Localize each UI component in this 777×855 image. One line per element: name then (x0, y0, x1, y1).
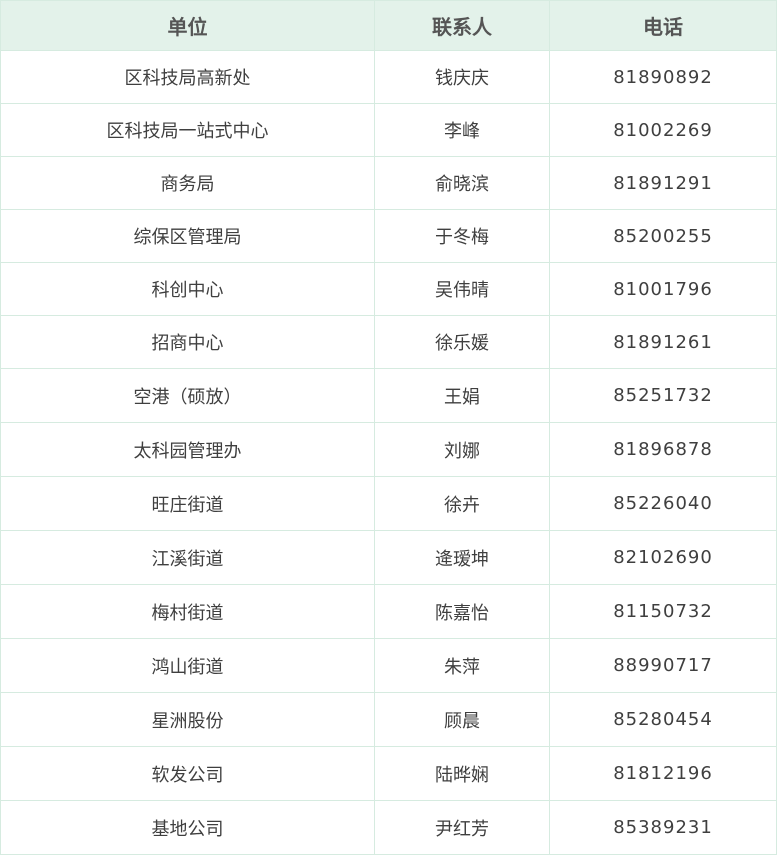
cell-contact: 钱庆庆 (374, 50, 550, 104)
table-row: 区科技局高新处 钱庆庆 81890892 (0, 50, 777, 104)
cell-contact: 俞晓滨 (374, 156, 550, 210)
cell-unit: 商务局 (0, 156, 375, 210)
table-row: 区科技局一站式中心 李峰 81002269 (0, 103, 777, 157)
table-row: 商务局 俞晓滨 81891291 (0, 156, 777, 210)
cell-phone: 81896878 (549, 422, 777, 477)
header-row: 单位 联系人 电话 (0, 0, 777, 51)
table-row: 综保区管理局 于冬梅 85200255 (0, 209, 777, 263)
cell-phone: 81812196 (549, 746, 777, 801)
cell-contact: 逄瑷坤 (374, 530, 550, 585)
cell-phone: 81002269 (549, 103, 777, 157)
cell-contact: 尹红芳 (374, 800, 550, 855)
cell-contact: 朱萍 (374, 638, 550, 693)
table-row: 空港（硕放） 王娟 85251732 (0, 368, 777, 423)
cell-phone: 81890892 (549, 50, 777, 104)
table-row: 太科园管理办 刘娜 81896878 (0, 422, 777, 477)
header-unit: 单位 (0, 0, 375, 51)
cell-unit: 空港（硕放） (0, 368, 375, 423)
table-row: 星洲股份 顾晨 85280454 (0, 692, 777, 747)
cell-phone: 82102690 (549, 530, 777, 585)
cell-contact: 刘娜 (374, 422, 550, 477)
cell-unit: 鸿山街道 (0, 638, 375, 693)
cell-contact: 王娟 (374, 368, 550, 423)
table-header: 单位 联系人 电话 (0, 0, 777, 51)
cell-unit: 区科技局高新处 (0, 50, 375, 104)
cell-unit: 软发公司 (0, 746, 375, 801)
header-phone: 电话 (549, 0, 777, 51)
cell-phone: 85389231 (549, 800, 777, 855)
table-row: 软发公司 陆晔娴 81812196 (0, 746, 777, 801)
cell-phone: 85226040 (549, 476, 777, 531)
cell-unit: 梅村街道 (0, 584, 375, 639)
table-row: 基地公司 尹红芳 85389231 (0, 800, 777, 855)
table-row: 梅村街道 陈嘉怡 81150732 (0, 584, 777, 639)
cell-contact: 徐乐媛 (374, 315, 550, 369)
cell-phone: 81891261 (549, 315, 777, 369)
cell-contact: 陈嘉怡 (374, 584, 550, 639)
cell-contact: 吴伟晴 (374, 262, 550, 316)
cell-unit: 科创中心 (0, 262, 375, 316)
cell-unit: 旺庄街道 (0, 476, 375, 531)
cell-phone: 88990717 (549, 638, 777, 693)
cell-contact: 李峰 (374, 103, 550, 157)
table-row: 招商中心 徐乐媛 81891261 (0, 315, 777, 369)
cell-unit: 星洲股份 (0, 692, 375, 747)
cell-contact: 陆晔娴 (374, 746, 550, 801)
cell-phone: 81001796 (549, 262, 777, 316)
cell-unit: 江溪街道 (0, 530, 375, 585)
cell-unit: 太科园管理办 (0, 422, 375, 477)
header-contact: 联系人 (374, 0, 550, 51)
table-row: 科创中心 吴伟晴 81001796 (0, 262, 777, 316)
cell-unit: 综保区管理局 (0, 209, 375, 263)
table-row: 江溪街道 逄瑷坤 82102690 (0, 530, 777, 585)
cell-phone: 85280454 (549, 692, 777, 747)
cell-phone: 81150732 (549, 584, 777, 639)
table-body: 区科技局高新处 钱庆庆 81890892 区科技局一站式中心 李峰 810022… (0, 50, 777, 855)
table-row: 旺庄街道 徐卉 85226040 (0, 476, 777, 531)
cell-contact: 顾晨 (374, 692, 550, 747)
contact-table: 单位 联系人 电话 区科技局高新处 钱庆庆 81890892 区科技局一站式中心… (0, 0, 777, 855)
cell-phone: 81891291 (549, 156, 777, 210)
cell-contact: 徐卉 (374, 476, 550, 531)
cell-unit: 区科技局一站式中心 (0, 103, 375, 157)
table-row: 鸿山街道 朱萍 88990717 (0, 638, 777, 693)
cell-phone: 85251732 (549, 368, 777, 423)
cell-contact: 于冬梅 (374, 209, 550, 263)
cell-unit: 基地公司 (0, 800, 375, 855)
cell-unit: 招商中心 (0, 315, 375, 369)
cell-phone: 85200255 (549, 209, 777, 263)
